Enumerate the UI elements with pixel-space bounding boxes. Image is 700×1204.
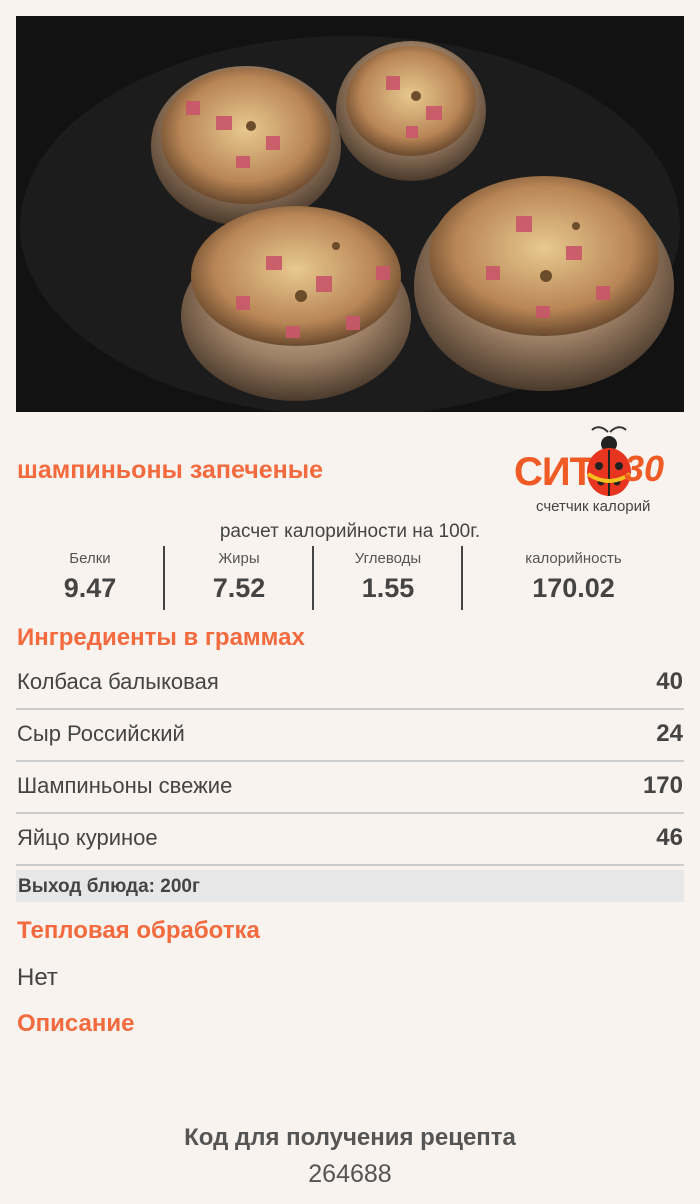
macro-label: Углеводы xyxy=(354,550,422,567)
macro-label: калорийность xyxy=(525,550,622,567)
calorie-note: расчет калорийности на 100г. xyxy=(219,521,481,542)
ingredient-qty: 24 xyxy=(656,720,683,747)
yield-bar: Выход блюда: 200г xyxy=(16,870,684,902)
description-heading: Описание xyxy=(17,1010,135,1037)
ingredient-row: Колбаса балыковая 40 xyxy=(16,657,684,710)
macro-protein: Белки 9.47 xyxy=(16,546,164,610)
logo-number: 30 xyxy=(624,448,665,489)
macro-value: 7.52 xyxy=(212,573,266,603)
macro-value: 9.47 xyxy=(63,573,117,603)
ingredient-name: Колбаса балыковая xyxy=(17,669,219,694)
ingredient-row: Шампиньоны свежие 170 xyxy=(16,761,684,814)
recipe-title: шампиньоны запеченые xyxy=(17,456,323,484)
macro-fat: Жиры 7.52 xyxy=(165,546,313,610)
nutrition-summary: Белки 9.47 Жиры 7.52 Углеводы 1.55 калор… xyxy=(16,546,684,610)
recipe-photo xyxy=(16,16,684,412)
macro-label: Белки xyxy=(69,550,111,567)
recipe-code-value[interactable]: 264688 xyxy=(0,1160,700,1189)
ingredient-name: Шампиньоны свежие xyxy=(17,773,233,798)
yield-text: Выход блюда: 200г xyxy=(18,876,200,897)
logo-tagline: счетчик калорий xyxy=(536,498,651,515)
heat-treatment-value: Нет xyxy=(17,964,58,991)
ingredient-name: Сыр Российский xyxy=(17,721,185,746)
sitoz-logo: СИТ 30 счетчик калорий xyxy=(512,418,688,518)
macro-value: 1.55 xyxy=(361,573,415,603)
ingredient-qty: 170 xyxy=(642,772,683,799)
macro-value: 170.02 xyxy=(532,573,615,603)
recipe-code-heading: Код для получения рецепта xyxy=(184,1124,516,1151)
ingredient-qty: 40 xyxy=(656,668,683,695)
ingredient-name: Яйцо куриное xyxy=(17,825,158,850)
ingredients-heading: Ингредиенты в граммах xyxy=(17,624,305,651)
ingredient-row: Яйцо куриное 46 xyxy=(16,813,684,866)
ingredient-qty: 46 xyxy=(656,824,683,851)
macro-calories: калорийность 170.02 xyxy=(463,546,684,610)
ingredient-row: Сыр Российский 24 xyxy=(16,709,684,762)
macro-label: Жиры xyxy=(218,550,260,567)
heat-treatment-heading: Тепловая обработка xyxy=(17,917,260,944)
macro-carbs: Углеводы 1.55 xyxy=(314,546,462,610)
